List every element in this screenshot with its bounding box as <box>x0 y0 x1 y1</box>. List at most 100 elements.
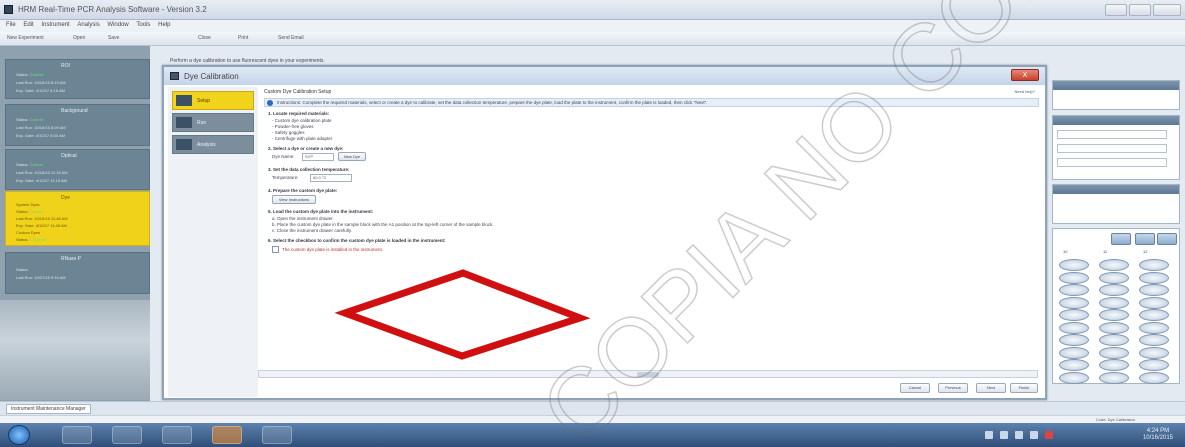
plate-tool-button-3[interactable] <box>1157 233 1177 245</box>
menu-help[interactable]: Help <box>158 22 170 28</box>
plate-well[interactable] <box>1099 371 1129 384</box>
taskbar-app-pcr-software[interactable] <box>262 426 292 444</box>
previous-button[interactable]: Previous <box>938 383 968 393</box>
help-link[interactable]: Need help? <box>1015 89 1035 94</box>
plate-well[interactable] <box>1099 309 1129 321</box>
dye-name-select[interactable]: SYP <box>302 153 334 161</box>
horizontal-scrollbar[interactable] <box>258 370 1038 378</box>
step-analysis[interactable]: Analysis <box>172 135 254 154</box>
plate-well[interactable] <box>1099 296 1129 309</box>
plate-well[interactable] <box>1059 359 1089 371</box>
list-item: b. Place the custom dye plate in the sam… <box>272 222 494 227</box>
calibration-panel-optical[interactable]: Optical Status: Current Last Run: 10/16/… <box>5 149 150 190</box>
start-button[interactable] <box>8 425 30 445</box>
calibration-panel-roi[interactable]: ROI Status: Current Last Run: 10/16/15 8… <box>5 59 150 99</box>
instrument-background-image <box>0 300 150 400</box>
confirm-loaded-checkbox[interactable] <box>272 246 279 253</box>
plate-tool-button-1[interactable] <box>1111 233 1131 245</box>
panel-line-value: 10/16/15 11:19 AM <box>34 170 68 175</box>
finish-button[interactable]: Finish <box>1010 383 1038 393</box>
plate-well[interactable] <box>1139 321 1169 334</box>
tray-icon[interactable] <box>985 431 993 439</box>
step-setup[interactable]: Setup <box>172 91 254 110</box>
plate-well[interactable] <box>1059 296 1089 309</box>
right-info-panel <box>1052 80 1180 110</box>
panel-line-label: Status: <box>16 267 29 272</box>
plate-well[interactable] <box>1059 371 1089 384</box>
plate-well[interactable] <box>1139 296 1169 309</box>
plate-well[interactable] <box>1139 309 1169 321</box>
right-field-3[interactable] <box>1057 158 1167 167</box>
plate-well[interactable] <box>1099 359 1129 371</box>
instructions-text: Instructions: Complete the required mate… <box>277 100 708 105</box>
new-dye-button[interactable]: New Dye <box>338 152 366 161</box>
save-button[interactable]: Save <box>105 34 122 44</box>
plate-well[interactable] <box>1139 371 1169 384</box>
dialog-close-button[interactable]: X <box>1011 69 1039 81</box>
panel-line-value: 1 Current <box>29 237 47 242</box>
plate-well[interactable] <box>1059 334 1089 346</box>
volume-icon[interactable] <box>1030 431 1038 439</box>
step-run[interactable]: Run <box>172 113 254 132</box>
taskbar-app-browser[interactable] <box>112 426 142 444</box>
print-button[interactable]: Print <box>235 34 251 44</box>
view-instructions-button[interactable]: View Instructions <box>272 195 316 204</box>
tray-icon[interactable] <box>1000 431 1008 439</box>
panel-line-label: Status: <box>16 237 29 242</box>
menu-instrument[interactable]: Instrument <box>41 22 69 28</box>
list-item: a. Open the instrument drawer. <box>272 216 334 221</box>
maximize-button[interactable] <box>1129 4 1151 16</box>
plate-well[interactable] <box>1099 259 1129 271</box>
plate-well[interactable] <box>1059 284 1089 296</box>
minimize-button[interactable] <box>1105 4 1127 16</box>
plate-tool-button-2[interactable] <box>1135 233 1155 245</box>
setup-content: Custom Dye Calibration Setup Need help? … <box>260 87 1043 397</box>
plate-well[interactable] <box>1059 259 1089 271</box>
plate-well[interactable] <box>1139 284 1169 296</box>
plate-well[interactable] <box>1139 334 1169 346</box>
panel-line-label: Exp. Date: <box>16 178 35 183</box>
plate-well[interactable] <box>1099 271 1129 284</box>
temperature-input[interactable]: 60.0 °C <box>310 174 352 182</box>
close-button[interactable]: Close <box>195 34 214 44</box>
panel-line-value: 10/16/15 8:19 AM <box>34 80 66 85</box>
next-button[interactable]: Next <box>976 383 1006 393</box>
menu-window[interactable]: Window <box>107 22 128 28</box>
right-field-1[interactable] <box>1057 130 1167 139</box>
plate-well[interactable] <box>1139 359 1169 371</box>
calibration-panel-background[interactable]: Background Status: Current Last Run: 10/… <box>5 104 150 146</box>
tab-instrument-maintenance[interactable]: Instrument Maintenance Manager <box>6 404 91 414</box>
plate-well[interactable] <box>1099 334 1129 346</box>
calibration-panel-rnase-p[interactable]: RNase P Status: Last Run: 10/27/15 9:16 … <box>5 252 150 294</box>
section-heading: 5. Load the custom dye plate into the in… <box>268 209 374 214</box>
menu-file[interactable]: File <box>6 22 16 28</box>
menu-tools[interactable]: Tools <box>136 22 150 28</box>
scrollbar-thumb[interactable] <box>637 372 659 377</box>
right-settings-panel <box>1052 115 1180 180</box>
network-icon[interactable] <box>1015 431 1023 439</box>
taskbar-app-files[interactable] <box>162 426 192 444</box>
plate-well[interactable] <box>1099 321 1129 334</box>
cancel-button[interactable]: Cancel <box>900 383 930 393</box>
plate-well[interactable] <box>1059 321 1089 334</box>
plate-well[interactable] <box>1099 346 1129 359</box>
taskbar-clock[interactable]: 4:24 PM 10/16/2015 <box>1143 428 1173 442</box>
plate-well[interactable] <box>1059 346 1089 359</box>
plate-well[interactable] <box>1059 309 1089 321</box>
new-experiment-button[interactable]: New Experiment <box>4 34 47 44</box>
calibration-panel-dye[interactable]: Dye System Dyes Status: Current Last Run… <box>5 191 150 246</box>
alert-icon[interactable] <box>1045 431 1053 439</box>
open-button[interactable]: Open <box>70 34 88 44</box>
menu-edit[interactable]: Edit <box>23 22 33 28</box>
right-field-2[interactable] <box>1057 144 1167 153</box>
menu-analysis[interactable]: Analysis <box>77 22 99 28</box>
plate-well[interactable] <box>1139 346 1169 359</box>
taskbar-app-powerpoint[interactable] <box>212 426 242 444</box>
close-window-button[interactable] <box>1153 4 1181 16</box>
plate-well[interactable] <box>1139 271 1169 284</box>
plate-well[interactable] <box>1099 284 1129 296</box>
plate-well[interactable] <box>1059 271 1089 284</box>
plate-well[interactable] <box>1139 259 1169 271</box>
send-email-button[interactable]: Send Email <box>275 34 307 44</box>
taskbar-app-explorer[interactable] <box>62 426 92 444</box>
